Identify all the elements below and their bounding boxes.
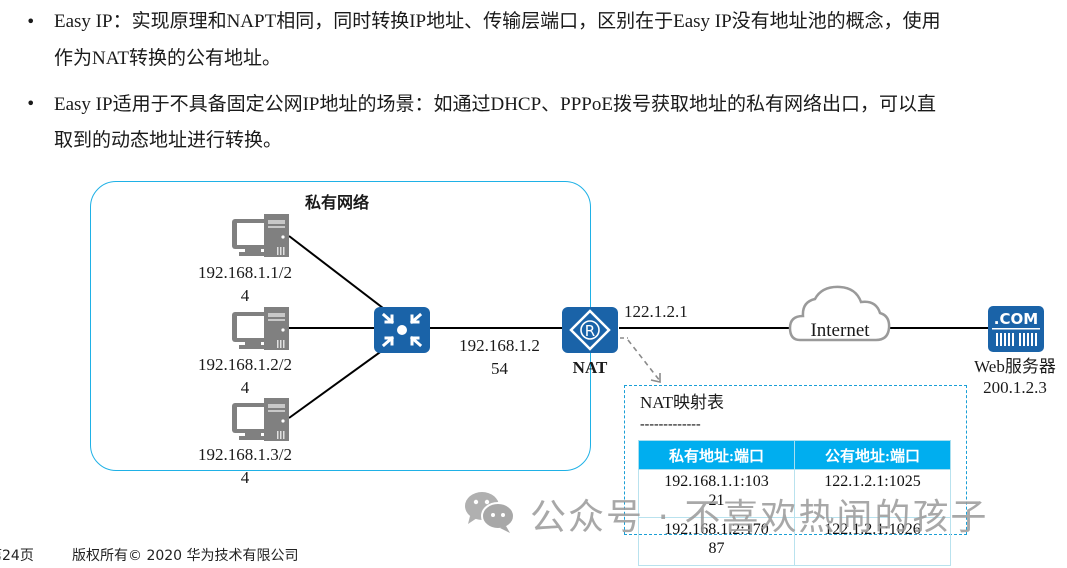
pc-icon: [232, 214, 289, 257]
router-icon: R: [562, 307, 618, 353]
header-public-address: 公有地址:端口: [794, 440, 951, 470]
server-badge: .COM: [994, 310, 1038, 328]
host-3-ip-line2: 4: [240, 468, 250, 487]
router-label: NAT: [572, 358, 608, 377]
router-outside-ip: 122.1.2.1: [624, 302, 688, 321]
nat-table-header-row: 私有地址:端口 公有地址:端口: [638, 440, 951, 470]
internet-label: Internet: [810, 320, 870, 341]
server-ip: 200.1.2.3: [983, 378, 1047, 397]
router-letter: R: [585, 322, 595, 340]
pc-icon: [232, 398, 289, 441]
host-1-ip: 192.168.1.1/2 4: [190, 261, 300, 307]
switch-icon: [374, 307, 430, 353]
wechat-icon: [465, 492, 515, 533]
header-private-address: 私有地址:端口: [638, 440, 795, 470]
link-host1-switch: [288, 235, 384, 309]
host-3-ip: 192.168.1.3/2 4: [190, 443, 300, 489]
footer-copyright: 版权所有© 2020 华为技术有限公司: [72, 548, 299, 564]
server-label: Web服务器: [974, 357, 1056, 376]
host-3-ip-line1: 192.168.1.3/2: [198, 445, 292, 464]
router-inside-ip-line2: 54: [491, 359, 508, 378]
router-inside-ip: 192.168.1.2 54: [442, 334, 557, 380]
pc-icon: [232, 307, 289, 350]
host-1-ip-line1: 192.168.1.1/2: [198, 263, 292, 282]
host-1-ip-line2: 4: [240, 286, 250, 305]
web-server-icon: .COM: [988, 306, 1044, 352]
host-2-ip-line2: 4: [240, 378, 250, 397]
router-inside-ip-line1: 192.168.1.2: [459, 336, 540, 355]
nat-table-pointer: [620, 337, 661, 383]
footer-page-number: 第24页: [0, 548, 34, 564]
host-2-ip: 192.168.1.2/2 4: [190, 353, 300, 399]
watermark-text: 公众号 · 不喜欢热闹的孩子: [530, 497, 989, 538]
nat-table-title: NAT映射表: [640, 393, 725, 412]
nat-table-separator: -------------: [640, 417, 701, 432]
host-2-ip-line1: 192.168.1.2/2: [198, 355, 292, 374]
link-host3-switch: [288, 349, 384, 419]
